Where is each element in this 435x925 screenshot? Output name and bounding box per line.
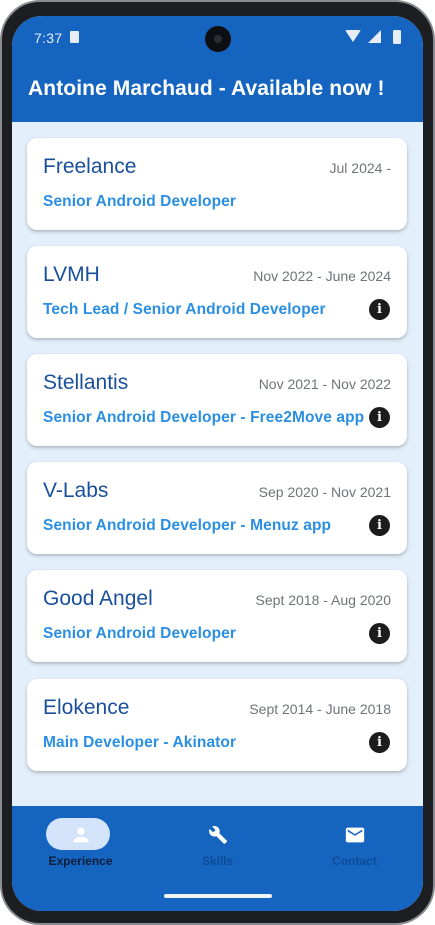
experience-card-v-labs[interactable]: V-Labs Sep 2020 - Nov 2021 Senior Androi… bbox=[27, 462, 407, 554]
info-icon[interactable]: i bbox=[369, 732, 390, 753]
info-icon[interactable]: i bbox=[369, 299, 390, 320]
bottom-navigation: Experience Skills Contact bbox=[12, 806, 423, 911]
company-name: Stellantis bbox=[43, 371, 129, 394]
status-icons bbox=[341, 30, 401, 44]
signal-icon bbox=[368, 30, 381, 43]
experience-card-lvmh[interactable]: LVMH Nov 2022 - June 2024 Tech Lead / Se… bbox=[27, 246, 407, 338]
info-icon[interactable]: i bbox=[369, 623, 390, 644]
front-camera bbox=[205, 26, 231, 52]
date-range: Nov 2022 - June 2024 bbox=[253, 268, 391, 284]
company-name: LVMH bbox=[43, 263, 100, 286]
role-title: Senior Android Developer bbox=[43, 625, 237, 642]
top-app-area: 7:37 Antoine Marchaud - Available now ! bbox=[12, 16, 423, 122]
experience-card-stellantis[interactable]: Stellantis Nov 2021 - Nov 2022 Senior An… bbox=[27, 354, 407, 446]
info-icon[interactable]: i bbox=[369, 407, 390, 428]
date-range: Sept 2014 - June 2018 bbox=[249, 701, 391, 717]
screen: 7:37 Antoine Marchaud - Available now ! … bbox=[12, 16, 423, 911]
nav-item-contact[interactable]: Contact bbox=[286, 806, 423, 886]
company-name: Elokence bbox=[43, 696, 130, 719]
date-range: Jul 2024 - bbox=[329, 160, 391, 176]
company-name: Freelance bbox=[43, 155, 137, 178]
info-icon[interactable]: i bbox=[369, 515, 390, 536]
phone-frame: 7:37 Antoine Marchaud - Available now ! … bbox=[0, 0, 435, 925]
experience-list[interactable]: Freelance Jul 2024 - Senior Android Deve… bbox=[12, 122, 423, 806]
role-title: Senior Android Developer bbox=[43, 193, 237, 210]
company-name: Good Angel bbox=[43, 587, 153, 610]
date-range: Nov 2021 - Nov 2022 bbox=[258, 376, 391, 392]
role-title: Tech Lead / Senior Android Developer bbox=[43, 301, 326, 318]
company-name: V-Labs bbox=[43, 479, 109, 502]
nav-label: Experience bbox=[48, 854, 113, 868]
battery-icon bbox=[393, 30, 401, 44]
role-title: Main Developer - Akinator bbox=[43, 734, 237, 751]
person-icon bbox=[73, 827, 88, 843]
nav-label: Contact bbox=[332, 854, 377, 868]
status-time: 7:37 bbox=[34, 30, 63, 46]
role-title: Senior Android Developer - Free2Move app bbox=[43, 409, 365, 426]
wifi-icon bbox=[345, 30, 361, 42]
home-indicator[interactable] bbox=[164, 894, 272, 898]
experience-card-good-angel[interactable]: Good Angel Sept 2018 - Aug 2020 Senior A… bbox=[27, 570, 407, 662]
sim-card-icon bbox=[70, 31, 79, 43]
role-title: Senior Android Developer - Menuz app bbox=[43, 517, 332, 534]
mail-icon bbox=[345, 827, 364, 843]
app-bar-title: Antoine Marchaud - Available now ! bbox=[28, 77, 385, 100]
date-range: Sept 2018 - Aug 2020 bbox=[255, 592, 391, 608]
experience-card-freelance[interactable]: Freelance Jul 2024 - Senior Android Deve… bbox=[27, 138, 407, 230]
nav-item-skills[interactable]: Skills bbox=[149, 806, 286, 886]
experience-card-elokence[interactable]: Elokence Sept 2014 - June 2018 Main Deve… bbox=[27, 679, 407, 771]
nav-label: Skills bbox=[201, 854, 234, 868]
nav-item-experience[interactable]: Experience bbox=[12, 806, 149, 886]
status-bar: 7:37 bbox=[12, 16, 423, 60]
date-range: Sep 2020 - Nov 2021 bbox=[258, 484, 391, 500]
wrench-icon bbox=[208, 825, 227, 844]
